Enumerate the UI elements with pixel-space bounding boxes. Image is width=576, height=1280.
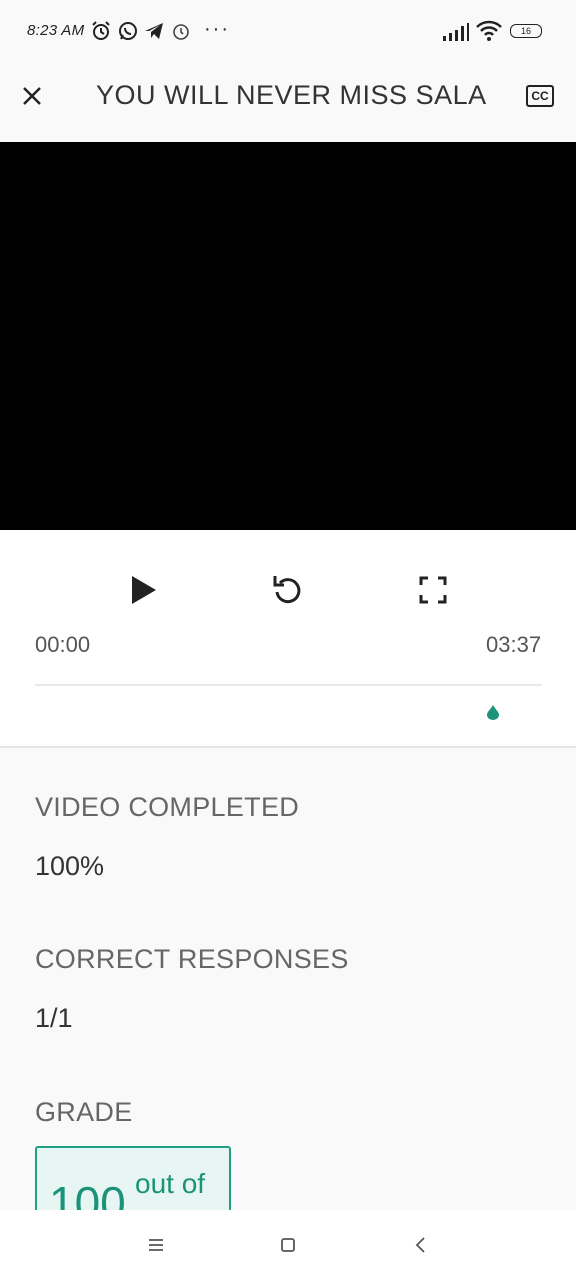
more-icon: ··· [204,18,230,40]
back-button[interactable] [408,1232,434,1258]
closed-captions-button[interactable]: CC [526,85,554,107]
telegram-icon [143,20,165,42]
fullscreen-button[interactable] [413,570,453,610]
close-icon [23,87,41,105]
fullscreen-icon [419,576,447,604]
grade-suffix: out of [135,1168,206,1199]
page-title: YOU WILL NEVER MISS SALA... [96,80,486,110]
wifi-icon [476,20,502,47]
alarm-icon [90,20,112,42]
drop-marker-icon [487,705,499,720]
player-controls: 00:00 03:37 [0,530,576,748]
total-time: 03:37 [486,632,542,657]
play-icon [132,576,156,604]
signal-icon [442,22,470,47]
home-square-icon [281,1238,295,1252]
system-nav-bar [0,1210,576,1280]
status-bar: 8:23 AM ··· 16 [0,0,576,62]
header: YOU WILL NEVER MISS SALA... CC [0,62,576,142]
progress-bar[interactable] [35,684,542,686]
question-marker[interactable] [486,704,500,720]
back-chevron-icon [415,1237,425,1253]
video-completed-value: 100% [35,851,105,881]
home-button[interactable] [275,1232,301,1258]
play-button[interactable] [123,570,163,610]
current-time: 00:00 [35,632,91,657]
alarm-clock-icon [170,20,192,42]
grade-label: GRADE [35,1097,133,1127]
status-time: 8:23 AM [27,22,85,39]
battery-level: 16 [520,26,531,36]
battery-icon: 16 [510,24,542,38]
correct-responses-label: CORRECT RESPONSES [35,944,349,974]
whatsapp-icon [117,20,139,42]
replay-icon [273,576,301,604]
replay-button[interactable] [268,570,308,610]
close-button[interactable] [14,78,50,114]
video-player[interactable] [0,142,576,530]
menu-icon [149,1239,163,1251]
correct-responses-value: 1/1 [35,1003,73,1033]
video-completed-label: VIDEO COMPLETED [35,792,300,822]
recent-apps-button[interactable] [143,1232,169,1258]
